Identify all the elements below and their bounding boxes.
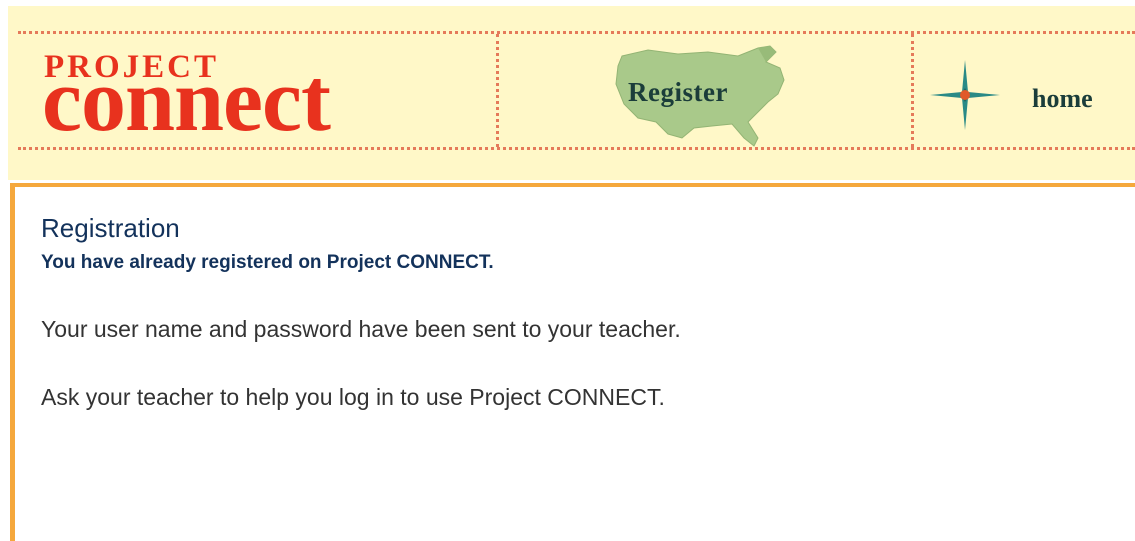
home-link[interactable]: home	[1032, 86, 1093, 112]
info-paragraph: Ask your teacher to help you log in to u…	[41, 384, 665, 410]
content-panel: Registration You have already registered…	[10, 183, 1135, 541]
info-paragraph: Your user name and password have been se…	[41, 316, 681, 342]
page-subtitle: You have already registered on Project C…	[41, 252, 494, 273]
project-connect-logo[interactable]: PROJECT connect	[42, 46, 462, 146]
page: PROJECT connect Register home Registrati…	[0, 0, 1135, 541]
register-link[interactable]: Register	[628, 79, 728, 106]
header-top-rule	[18, 31, 1135, 34]
header-divider	[911, 34, 914, 147]
logo-connect-text: connect	[42, 51, 331, 150]
page-title: Registration	[41, 213, 180, 243]
compass-star-icon	[928, 58, 1002, 132]
header: PROJECT connect Register home	[8, 6, 1135, 180]
header-divider	[496, 34, 499, 147]
